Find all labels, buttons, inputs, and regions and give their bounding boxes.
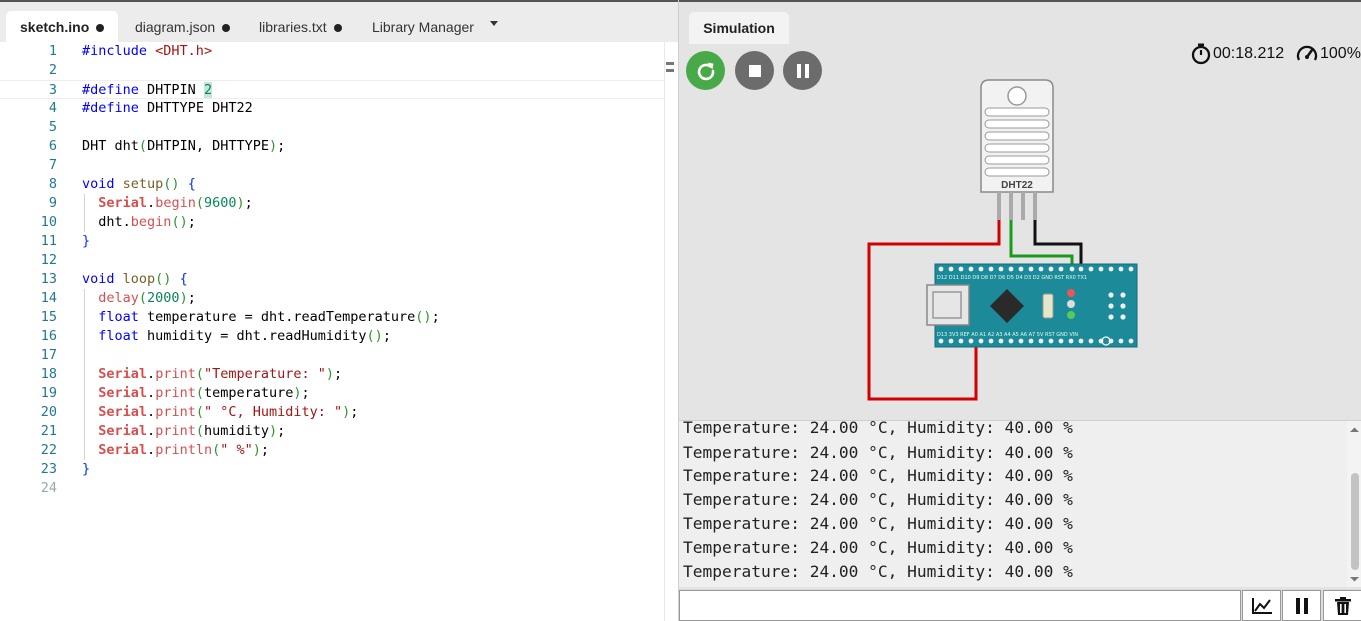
- simulation-timer: 00:18.212: [1191, 43, 1284, 65]
- restart-button[interactable]: [686, 51, 725, 90]
- serial-line: Temperature: 24.00 °C, Humidity: 40.00 %: [683, 514, 1073, 533]
- code-line: 14 delay(2000);: [40, 290, 196, 306]
- dht22-sensor: DHT22: [980, 79, 1054, 220]
- unsaved-dot-icon: [333, 23, 342, 32]
- led-green: [1067, 311, 1075, 319]
- pause-button[interactable]: [783, 51, 822, 90]
- simulation-speed: 100%: [1296, 43, 1361, 65]
- tab-label: diagram.json: [135, 19, 216, 35]
- editor-tab-bar: sketch.ino diagram.json libraries.txt Li…: [0, 0, 678, 44]
- code-line: 6 DHT dht(DHTPIN, DHTTYPE);: [48, 138, 286, 154]
- scroll-down-icon: [1350, 577, 1359, 582]
- serial-line: Temperature: 24.00 °C, Humidity: 40.00 %: [683, 490, 1073, 509]
- editor-scroll-marker: [666, 62, 674, 72]
- timer-value: 00:18.212: [1213, 45, 1285, 62]
- code-line: 15 float temperature = dht.readTemperatu…: [40, 309, 440, 325]
- code-line: 13 void loop() {: [40, 271, 188, 287]
- code-line: 12: [40, 252, 57, 268]
- code-line: 19 Serial.print(temperature);: [40, 385, 310, 401]
- pause-icon: [796, 63, 809, 78]
- tab-diagram-json[interactable]: diagram.json: [121, 11, 244, 44]
- circuit-canvas[interactable]: DHT22 D12 D11 D10 D9 D8 D7 D6 D5 D4 D3 D…: [679, 42, 1361, 420]
- serial-monitor[interactable]: Temperature: 24.00 °C, Humidity: 40.00 %…: [679, 420, 1361, 587]
- unsaved-dot-icon: [222, 23, 231, 32]
- serial-line: Temperature: 24.00 °C, Humidity: 40.00 %: [683, 538, 1073, 557]
- led-red: [1067, 289, 1075, 297]
- code-area[interactable]: 1 #include <DHT.h> 2 3 #define DHTPIN 2 4 #…: [0, 42, 664, 621]
- unsaved-dot-icon: [96, 23, 105, 32]
- serial-line: Temperature: 24.00 °C, Humidity: 40.00 %: [683, 443, 1073, 462]
- svg-text:D12 D11 D10 D9 D8 D7 D6 D5 D4: D12 D11 D10 D9 D8 D7 D6 D5 D4 D3 D2 GND …: [937, 275, 1087, 281]
- sensor-label: DHT22: [1001, 180, 1033, 191]
- code-line: 11}: [40, 233, 91, 249]
- serial-scrollbar[interactable]: [1347, 421, 1361, 587]
- serial-line: Temperature: 24.00 °C, Humidity: 40.00 %: [683, 420, 1073, 437]
- stopwatch-icon: [1191, 43, 1211, 65]
- serial-line: Temperature: 24.00 °C, Humidity: 40.00 %: [683, 562, 1073, 581]
- tab-simulation[interactable]: Simulation: [689, 12, 789, 44]
- tab-label: Library Manager: [372, 19, 474, 35]
- tab-libraries-txt[interactable]: libraries.txt: [245, 11, 356, 44]
- tab-library-manager[interactable]: Library Manager: [358, 11, 488, 44]
- tab-overflow-chevron-down-icon[interactable]: [490, 21, 498, 26]
- arduino-nano-board: D12 D11 D10 D9 D8 D7 D6 D5 D4 D3 D2 GND …: [926, 263, 1138, 348]
- code-line: 18 Serial.print("Temperature: ");: [40, 366, 343, 382]
- code-line: 1 #include <DHT.h>: [48, 43, 213, 59]
- stop-icon: [748, 64, 761, 77]
- code-editor-pane: sketch.ino diagram.json libraries.txt Li…: [0, 0, 678, 621]
- code-line: 10 dht.begin();: [40, 214, 196, 230]
- code-line: 24: [40, 480, 57, 496]
- code-line: 23}: [40, 461, 91, 477]
- simulation-tab-bar: Simulation: [679, 0, 1361, 44]
- code-line: 5: [48, 119, 57, 135]
- serial-input-row: [679, 589, 1361, 621]
- simulation-pane: Simulation DHT22 D12 D11 D10 D9 D8 D7 D6…: [678, 0, 1361, 621]
- code-line: 7: [48, 157, 57, 173]
- code-line: 9 Serial.begin(9600);: [48, 195, 253, 211]
- code-line: 8 void setup() {: [48, 176, 196, 192]
- tab-label: sketch.ino: [20, 19, 90, 35]
- code-line-current: 3 #define DHTPIN 2: [0, 80, 664, 99]
- pause-icon: [1295, 597, 1308, 614]
- plotter-button[interactable]: [1242, 590, 1281, 621]
- serial-pause-button[interactable]: [1282, 590, 1321, 621]
- tab-label: libraries.txt: [259, 19, 327, 35]
- scroll-up-icon: [1350, 427, 1359, 432]
- code-line: 4 #define DHTTYPE DHT22: [48, 100, 253, 116]
- svg-text:D13 3V3 REF A0 A1 A2 A3 A4 A5: D13 3V3 REF A0 A1 A2 A3 A4 A5 A6 A7 5V R…: [937, 332, 1078, 338]
- chart-line-icon: [1251, 597, 1272, 614]
- code-line: 22 Serial.println(" %");: [40, 442, 270, 458]
- stop-button[interactable]: [735, 51, 774, 90]
- app-window: sketch.ino diagram.json libraries.txt Li…: [0, 0, 1361, 621]
- serial-input[interactable]: [679, 590, 1241, 621]
- speedometer-icon: [1296, 45, 1318, 61]
- code-line: 17: [40, 347, 57, 363]
- code-line: 21 Serial.print(humidity);: [40, 423, 286, 439]
- code-line: 20 Serial.print(" °C, Humidity: ");: [40, 404, 359, 420]
- restart-icon: [697, 62, 714, 80]
- code-line: 2: [48, 62, 57, 78]
- speed-value: 100%: [1320, 45, 1361, 62]
- code-line: 16 float humidity = dht.readHumidity();: [40, 328, 391, 344]
- serial-line: Temperature: 24.00 °C, Humidity: 40.00 %: [683, 466, 1073, 485]
- tab-sketch-ino[interactable]: sketch.ino: [6, 11, 119, 44]
- trash-icon: [1334, 596, 1351, 615]
- wire-black: [1033, 220, 1083, 270]
- editor-scrollbar[interactable]: [664, 42, 678, 621]
- serial-scroll-thumb[interactable]: [1351, 473, 1359, 570]
- clear-output-button[interactable]: [1323, 590, 1361, 621]
